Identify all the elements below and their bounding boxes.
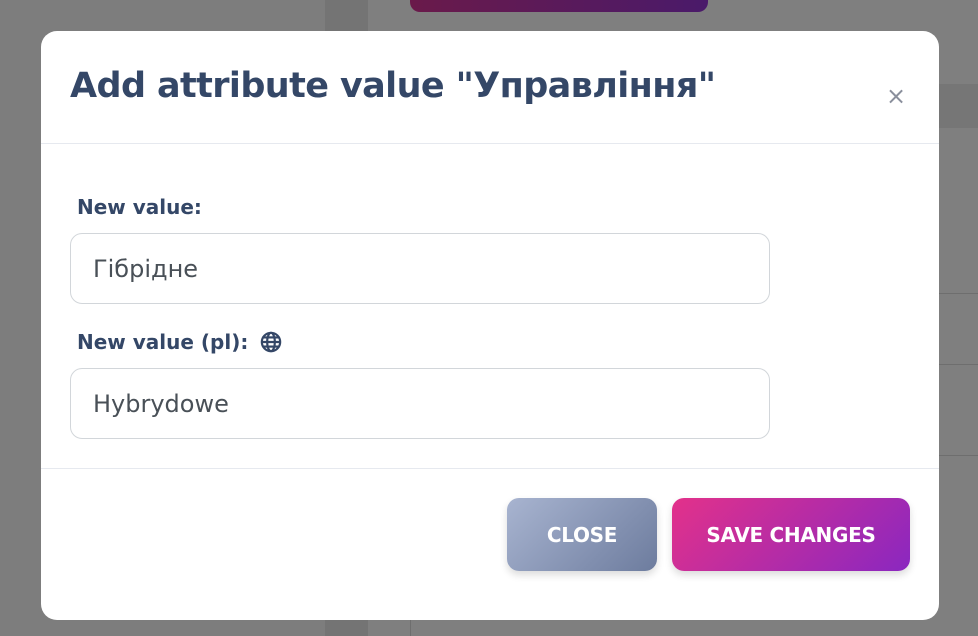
close-icon[interactable]: × xyxy=(884,84,908,108)
background-divider xyxy=(939,364,978,365)
add-attribute-value-modal: Add attribute value "Управління" × New v… xyxy=(41,31,939,620)
background-divider xyxy=(939,455,978,456)
new-value-pl-label-row: New value (pl): xyxy=(77,329,282,355)
new-value-label: New value: xyxy=(77,195,202,219)
modal-title: Add attribute value "Управління" xyxy=(70,66,716,106)
background-button xyxy=(410,0,708,12)
close-button[interactable]: CLOSE xyxy=(507,498,657,571)
new-value-pl-label: New value (pl): xyxy=(77,330,249,354)
background-divider xyxy=(410,620,411,636)
globe-icon[interactable] xyxy=(260,331,282,353)
background-divider xyxy=(939,293,978,294)
new-value-input[interactable] xyxy=(70,233,770,304)
modal-footer-divider xyxy=(41,468,939,469)
modal-header: Add attribute value "Управління" × xyxy=(41,31,939,144)
background-table-header xyxy=(939,84,978,128)
new-value-pl-input[interactable] xyxy=(70,368,770,439)
save-changes-button[interactable]: SAVE CHANGES xyxy=(672,498,910,571)
